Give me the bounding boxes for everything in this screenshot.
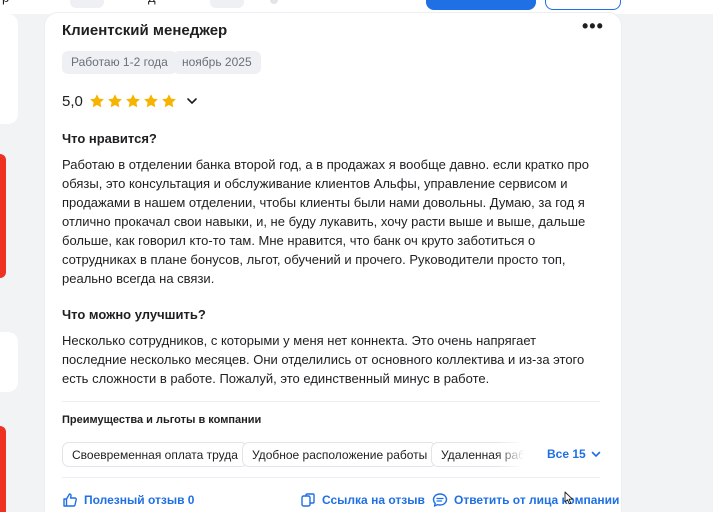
reply-label: Ответить от лица компании	[454, 493, 620, 507]
star-icon	[161, 94, 176, 108]
improve-text: Несколько сотрудников, с которыми у меня…	[62, 333, 585, 386]
star-icon	[125, 94, 140, 108]
secondary-action-button[interactable]	[545, 0, 621, 10]
star-icon	[107, 94, 122, 108]
sidebar-card[interactable]: з	[0, 14, 18, 124]
review-link-button[interactable]: Ссылка на отзыв	[300, 492, 425, 508]
likes-heading: Что нравится?	[62, 131, 157, 146]
top-indicator-dot	[270, 0, 278, 4]
thumbs-up-icon	[63, 493, 77, 507]
review-title: Клиентский менеджер	[62, 22, 228, 39]
sidebar-accent-bar	[0, 154, 6, 278]
show-all-benefits-link[interactable]: Все 15	[547, 447, 602, 461]
helpful-label: Полезный отзыв 0	[84, 493, 195, 507]
benefit-chip[interactable]: Своевременная оплата труда	[62, 442, 248, 467]
tag-date: ноябрь 2025	[173, 51, 261, 74]
likes-text: Работаю в отделении банка второй год, а …	[62, 157, 590, 286]
divider	[62, 401, 600, 402]
rating-row: 5,0	[62, 91, 199, 111]
mouse-cursor-icon	[564, 491, 573, 505]
top-chip[interactable]	[70, 0, 104, 8]
left-sidebar: з	[0, 14, 18, 512]
link-icon	[301, 493, 315, 507]
top-text-fragment-2: д	[148, 0, 156, 5]
chevron-down-icon[interactable]	[185, 94, 199, 108]
top-chip-2[interactable]	[210, 0, 244, 8]
chat-bubble-icon	[432, 493, 448, 507]
primary-action-button[interactable]	[426, 0, 536, 10]
improve-heading: Что можно улучшить?	[62, 307, 206, 322]
sidebar-card-2[interactable]	[0, 332, 18, 392]
chip-fade-overlay	[496, 442, 536, 467]
chevron-down-icon	[591, 451, 601, 457]
sidebar-accent-bar-2	[0, 426, 6, 512]
tag-tenure: Работаю 1-2 года	[62, 51, 177, 74]
divider	[62, 477, 600, 478]
benefit-chip[interactable]: Удобное расположение работы	[242, 442, 438, 467]
helpful-review-button[interactable]: Полезный отзыв 0	[62, 492, 194, 508]
rating-value: 5,0	[62, 92, 83, 110]
show-all-label: Все 15	[547, 447, 586, 461]
benefits-heading: Преимущества и льготы в компании	[62, 414, 262, 426]
rating-stars	[89, 93, 177, 109]
star-icon	[143, 94, 158, 108]
more-options-icon[interactable]: •••	[582, 16, 604, 37]
review-link-label: Ссылка на отзыв	[322, 493, 425, 507]
reply-as-company-button[interactable]: Ответить от лица компании	[432, 492, 619, 508]
star-icon	[89, 94, 104, 108]
top-text-fragment: р	[2, 0, 9, 5]
